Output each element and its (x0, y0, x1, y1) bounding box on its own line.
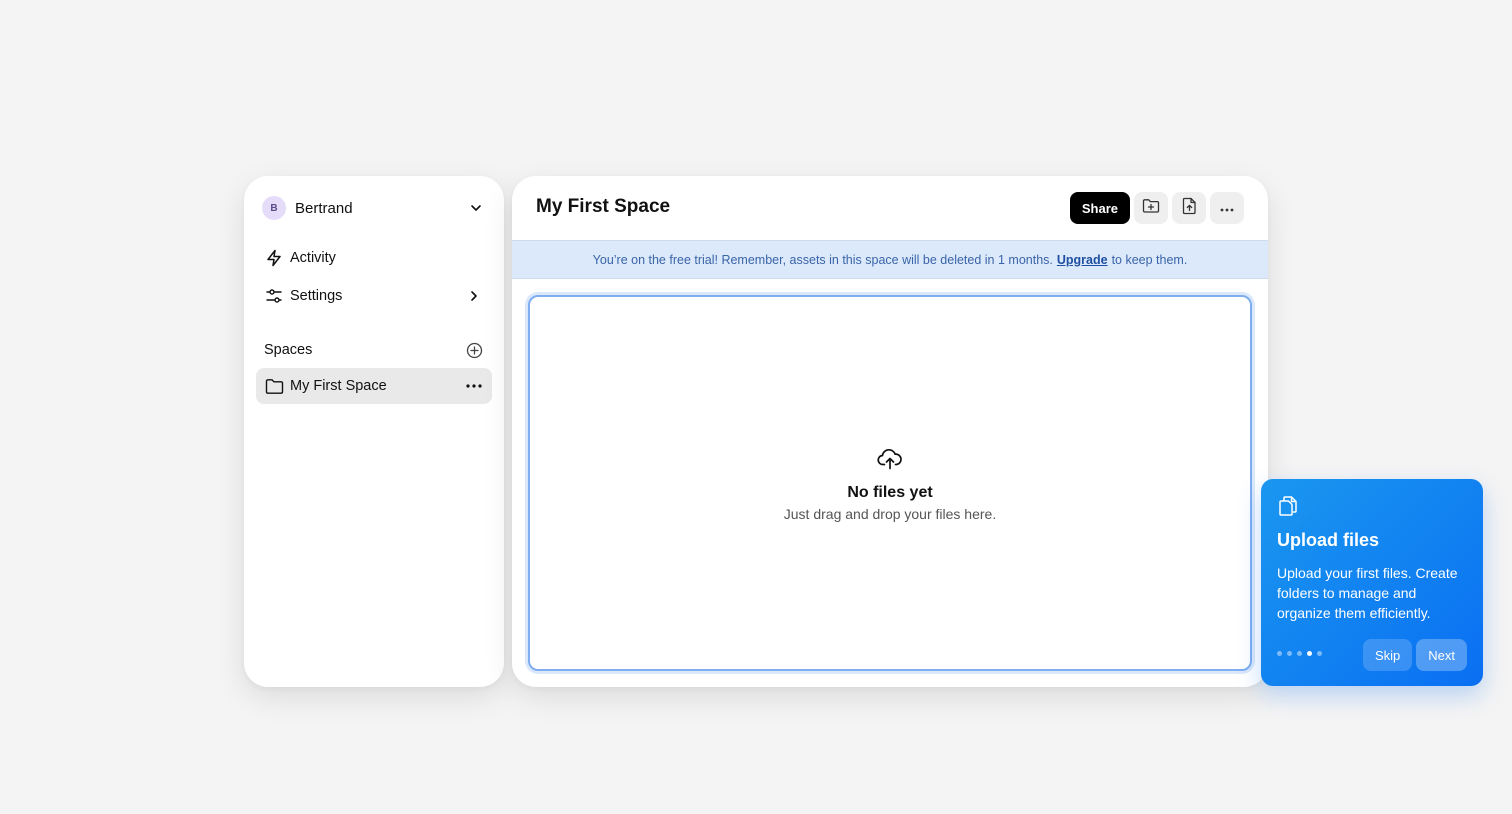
more-horizontal-icon[interactable] (464, 376, 484, 396)
upload-file-button[interactable] (1172, 192, 1206, 224)
sidebar: B Bertrand Activity Settings Spaces My F… (244, 176, 504, 687)
tour-progress (1277, 651, 1322, 656)
trial-banner: You’re on the free trial! Remember, asse… (512, 240, 1268, 279)
onboarding-tooltip: Upload files Upload your first files. Cr… (1261, 479, 1483, 686)
toolbar: Share (1069, 192, 1244, 224)
more-options-button[interactable] (1210, 192, 1244, 224)
tour-description: Upload your first files. Create folders … (1277, 565, 1458, 621)
sidebar-item-label: Settings (290, 288, 343, 304)
empty-state-subtitle: Just drag and drop your files here. (783, 506, 997, 522)
account-switcher[interactable]: B Bertrand (262, 196, 486, 220)
next-button[interactable]: Next (1416, 639, 1467, 671)
file-upload-icon (1182, 197, 1197, 220)
progress-dot (1297, 651, 1302, 656)
add-space-icon[interactable] (464, 340, 484, 360)
tour-title: Upload files (1277, 530, 1380, 550)
new-folder-button[interactable] (1134, 192, 1168, 224)
cloud-upload-icon (877, 447, 903, 476)
skip-button[interactable]: Skip (1362, 639, 1413, 671)
sidebar-item-settings[interactable]: Settings (256, 278, 492, 314)
sidebar-item-label: Activity (290, 250, 336, 266)
folder-icon (264, 376, 284, 396)
page-title: My First Space (536, 196, 671, 217)
sidebar-item-label: My First Space (290, 378, 387, 394)
more-horizontal-icon (1220, 199, 1234, 217)
sliders-icon (264, 286, 284, 306)
avatar: B (262, 196, 286, 220)
empty-state-title: No files yet (847, 484, 933, 501)
file-dropzone[interactable]: No files yet Just drag and drop your fil… (528, 295, 1252, 671)
chevron-down-icon (466, 198, 486, 218)
user-name: Bertrand (295, 199, 353, 217)
bolt-icon (264, 248, 284, 268)
sidebar-item-activity[interactable]: Activity (256, 240, 492, 276)
trial-banner-text: You’re on the free trial! Remember, asse… (592, 252, 1053, 267)
chevron-right-icon (464, 286, 484, 306)
main-panel: My First Space Share You’re on the free … (512, 176, 1268, 687)
folder-plus-icon (1142, 198, 1160, 219)
tour-actions: Skip Next (1362, 639, 1467, 671)
share-button[interactable]: Share (1069, 192, 1130, 224)
files-icon (1277, 495, 1299, 517)
trial-banner-text-end: to keep them. (1111, 252, 1188, 267)
progress-dot (1317, 651, 1322, 656)
upgrade-link[interactable]: Upgrade (1057, 253, 1108, 267)
progress-dot-active (1307, 651, 1312, 656)
spaces-header: Spaces (264, 339, 484, 361)
empty-state: No files yet Just drag and drop your fil… (530, 447, 1250, 522)
progress-dot (1287, 651, 1292, 656)
progress-dot (1277, 651, 1282, 656)
sidebar-item-my-first-space[interactable]: My First Space (256, 368, 492, 404)
spaces-heading: Spaces (264, 342, 313, 358)
